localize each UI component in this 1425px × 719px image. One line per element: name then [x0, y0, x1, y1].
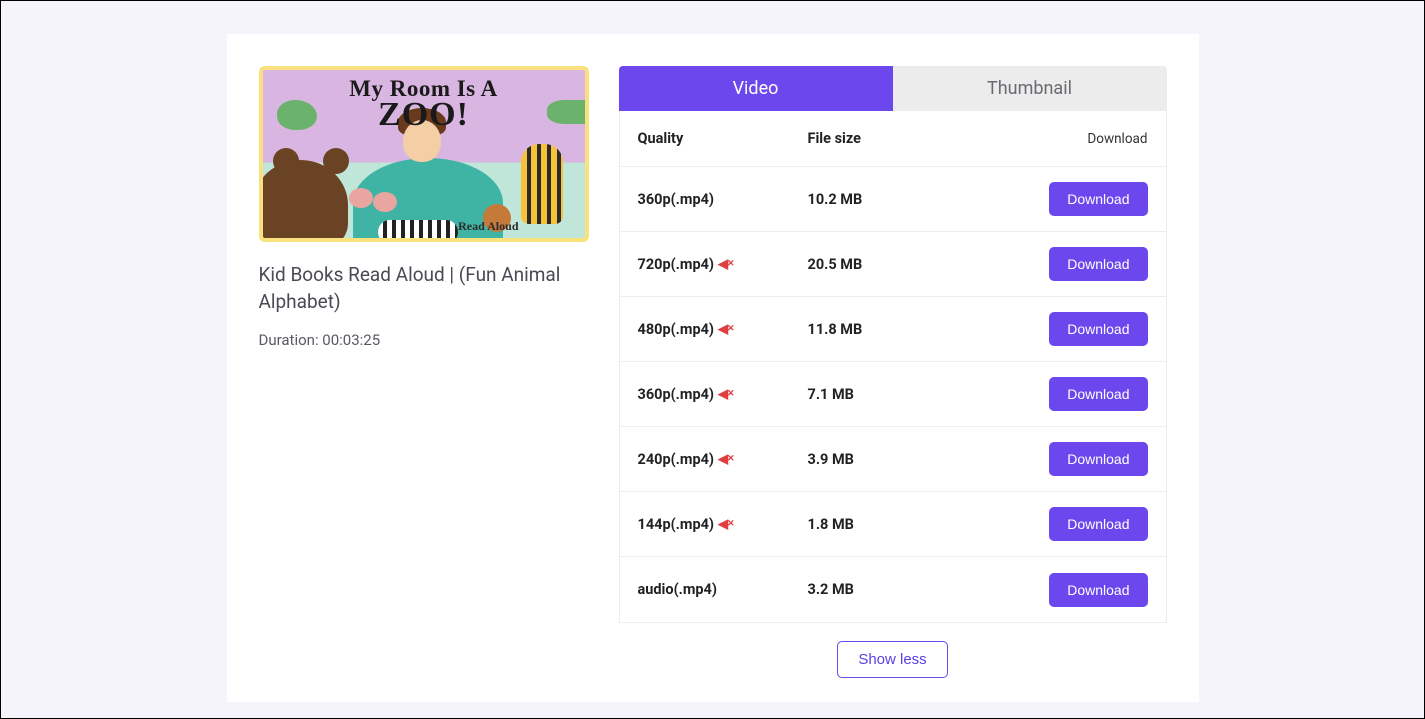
table-row: 144p(.mp4)◀✕1.8 MB Download [620, 492, 1166, 557]
video-thumbnail[interactable]: My Room Is A ZOO! Read Aloud [259, 66, 589, 242]
show-less-button[interactable]: Show less [837, 641, 947, 678]
cell-filesize: 10.2 MB [808, 191, 1028, 208]
thumbnail-readaloud: Read Aloud [458, 219, 518, 234]
download-button[interactable]: Download [1049, 573, 1147, 607]
right-column: Video Thumbnail Quality File size Downlo… [619, 66, 1167, 678]
cell-quality: 360p(.mp4)◀✕ [638, 386, 808, 403]
download-button[interactable]: Download [1049, 312, 1147, 346]
tab-video[interactable]: Video [619, 66, 893, 111]
cell-filesize: 11.8 MB [808, 321, 1028, 338]
download-button[interactable]: Download [1049, 442, 1147, 476]
table-row: 360p(.mp4)◀✕7.1 MB Download [620, 362, 1166, 427]
table-row: 240p(.mp4)◀✕3.9 MB Download [620, 427, 1166, 492]
cell-quality: 360p(.mp4) [638, 191, 808, 208]
tiger-illustration [521, 144, 563, 224]
tab-thumbnail[interactable]: Thumbnail [893, 66, 1167, 111]
mute-icon: ◀✕ [718, 387, 735, 402]
download-card: My Room Is A ZOO! Read Aloud Kid Books R… [227, 34, 1199, 702]
mute-icon: ◀✕ [718, 517, 735, 532]
table-row: 480p(.mp4)◀✕11.8 MB Download [620, 297, 1166, 362]
table-row: 360p(.mp4)10.2 MB Download [620, 167, 1166, 232]
tabs: Video Thumbnail [619, 66, 1167, 111]
cell-quality: 240p(.mp4)◀✕ [638, 451, 808, 468]
cell-quality: 720p(.mp4)◀✕ [638, 256, 808, 273]
thumbnail-title: My Room Is A ZOO! [263, 76, 585, 140]
table-header: Quality File size Download [620, 111, 1166, 167]
bear-illustration [259, 160, 348, 242]
table-row: 720p(.mp4)◀✕20.5 MB Download [620, 232, 1166, 297]
download-button[interactable]: Download [1049, 247, 1147, 281]
cell-filesize: 20.5 MB [808, 256, 1028, 273]
header-filesize: File size [808, 130, 1028, 147]
download-button[interactable]: Download [1049, 182, 1147, 216]
cell-quality: 144p(.mp4)◀✕ [638, 516, 808, 533]
mute-icon: ◀✕ [718, 257, 735, 272]
cell-filesize: 7.1 MB [808, 386, 1028, 403]
header-quality: Quality [638, 130, 808, 147]
download-table: Quality File size Download 360p(.mp4)10.… [619, 111, 1167, 623]
zebra-illustration [378, 220, 458, 242]
cell-quality: 480p(.mp4)◀✕ [638, 321, 808, 338]
mute-icon: ◀✕ [718, 322, 735, 337]
video-duration: Duration: 00:03:25 [259, 331, 589, 349]
download-button[interactable]: Download [1049, 377, 1147, 411]
header-download: Download [1028, 131, 1148, 147]
cell-quality: audio(.mp4) [638, 581, 808, 598]
cell-filesize: 3.9 MB [808, 451, 1028, 468]
download-button[interactable]: Download [1049, 507, 1147, 541]
video-title: Kid Books Read Aloud | (Fun Animal Alpha… [259, 262, 589, 315]
left-column: My Room Is A ZOO! Read Aloud Kid Books R… [259, 66, 589, 678]
table-row: audio(.mp4)3.2 MB Download [620, 557, 1166, 622]
cell-filesize: 3.2 MB [808, 581, 1028, 598]
cell-filesize: 1.8 MB [808, 516, 1028, 533]
mute-icon: ◀✕ [718, 452, 735, 467]
